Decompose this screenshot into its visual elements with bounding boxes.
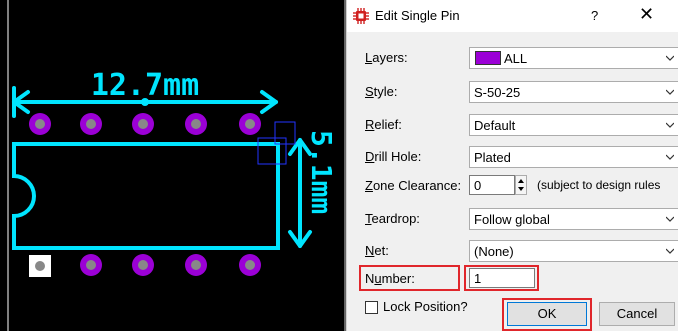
chevron-down-icon bbox=[666, 55, 674, 61]
pad-hole bbox=[86, 260, 96, 270]
net-label: Net: bbox=[365, 243, 389, 258]
edit-single-pin-dialog: Edit Single Pin ? ✕ Layers: ALL Style: S… bbox=[346, 0, 678, 331]
net-value: (None) bbox=[474, 244, 514, 259]
style-value: S-50-25 bbox=[474, 85, 521, 100]
pad-hole bbox=[191, 260, 201, 270]
pad-hole bbox=[191, 119, 201, 129]
drill-hole-label: Drill Hole: bbox=[365, 149, 422, 164]
lock-position-label: Lock Position? bbox=[383, 299, 468, 314]
pad-hole bbox=[35, 261, 45, 271]
lock-position-checkbox[interactable] bbox=[365, 301, 378, 314]
help-button[interactable]: ? bbox=[591, 8, 598, 23]
chevron-down-icon bbox=[666, 122, 674, 128]
pad-hole bbox=[138, 119, 148, 129]
pad-hole bbox=[86, 119, 96, 129]
layers-value: ALL bbox=[504, 51, 528, 66]
relief-value: Default bbox=[474, 118, 516, 133]
layer-color-swatch bbox=[475, 51, 501, 65]
teardrop-value: Follow global bbox=[474, 212, 550, 227]
number-label: Number: bbox=[365, 271, 415, 286]
drill-hole-select[interactable]: Plated bbox=[469, 146, 678, 168]
relief-select[interactable]: Default bbox=[469, 114, 678, 136]
layers-label: Layers: bbox=[365, 50, 408, 65]
chevron-down-icon bbox=[666, 248, 674, 254]
style-select[interactable]: S-50-25 bbox=[469, 81, 678, 103]
number-input[interactable]: 1 bbox=[469, 268, 535, 288]
zone-clearance-note: (subject to design rules bbox=[537, 178, 661, 192]
relief-label: Relief: bbox=[365, 117, 402, 132]
pad-hole bbox=[35, 119, 45, 129]
layers-select[interactable]: ALL bbox=[469, 47, 678, 69]
cancel-button[interactable]: Cancel bbox=[599, 302, 675, 326]
spin-down-icon[interactable] bbox=[518, 187, 524, 191]
width-label: 12.7mm bbox=[91, 68, 199, 103]
ok-button[interactable]: OK bbox=[507, 302, 587, 326]
chevron-down-icon bbox=[666, 89, 674, 95]
height-label: 5.1mm bbox=[305, 130, 338, 214]
spin-up-icon[interactable] bbox=[518, 179, 524, 183]
teardrop-select[interactable]: Follow global bbox=[469, 208, 678, 230]
title-bar[interactable]: Edit Single Pin ? ✕ bbox=[347, 0, 678, 32]
pad-hole bbox=[138, 260, 148, 270]
pcb-background bbox=[0, 0, 346, 331]
zone-clearance-spinner[interactable] bbox=[515, 175, 527, 195]
chevron-down-icon bbox=[666, 154, 674, 160]
net-select[interactable]: (None) bbox=[469, 240, 678, 262]
zone-clearance-input[interactable]: 0 bbox=[469, 175, 515, 195]
zone-clearance-label: Zone Clearance: bbox=[365, 178, 462, 193]
pcb-canvas[interactable]: 12.7mm 5.1mm bbox=[0, 0, 346, 331]
pad-hole bbox=[245, 260, 255, 270]
style-label: Style: bbox=[365, 84, 398, 99]
zone-clearance-value: 0 bbox=[474, 178, 482, 193]
chevron-down-icon bbox=[666, 216, 674, 222]
chip-icon bbox=[353, 8, 369, 24]
close-button[interactable]: ✕ bbox=[639, 5, 654, 23]
number-value: 1 bbox=[474, 271, 482, 286]
teardrop-label: Teardrop: bbox=[365, 211, 420, 226]
drill-hole-value: Plated bbox=[474, 150, 511, 165]
pad-hole bbox=[245, 119, 255, 129]
dialog-title: Edit Single Pin bbox=[375, 8, 460, 23]
